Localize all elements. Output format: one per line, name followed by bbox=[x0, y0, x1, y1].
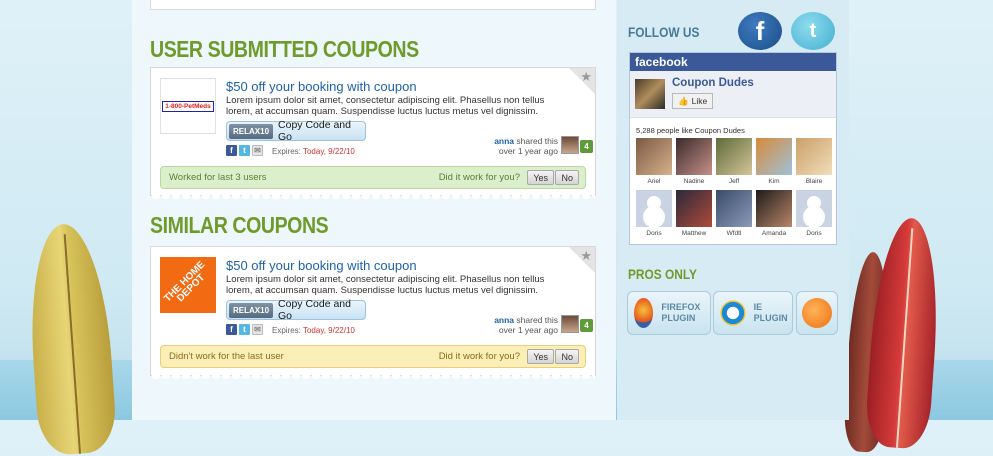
no-button[interactable]: No bbox=[555, 349, 579, 364]
coupon-description: Lorem ipsum dolor sit amet, consectetur … bbox=[226, 95, 545, 117]
yes-button[interactable]: Yes bbox=[527, 349, 554, 364]
yes-button[interactable]: Yes bbox=[527, 170, 554, 185]
copy-code-button[interactable]: RELAX10 Copy Code and Go bbox=[226, 119, 366, 143]
rss-icon bbox=[802, 298, 832, 328]
star-icon[interactable]: ★ bbox=[580, 69, 592, 85]
copy-code-label: Copy Code and Go bbox=[278, 119, 351, 143]
coupon-description: Lorem ipsum dolor sit amet, consectetur … bbox=[226, 274, 545, 296]
follow-us-heading: FOLLOW US bbox=[628, 24, 700, 40]
fan-face[interactable]: Wfdtl bbox=[714, 190, 754, 237]
copy-code-button[interactable]: RELAX10 Copy Code and Go bbox=[226, 298, 366, 322]
shared-user[interactable]: anna bbox=[494, 136, 514, 146]
shared-user[interactable]: anna bbox=[494, 315, 514, 325]
expires-info: Expires: Today, 9/22/10 bbox=[272, 326, 355, 335]
fan-faces: Ariel Nadine Jeff Kim Blaire Doris Matth… bbox=[634, 138, 834, 237]
facebook-like-box: facebook Coupon Dudes 👍 Like 5,288 peopl… bbox=[629, 52, 837, 245]
fan-face[interactable]: Doris bbox=[634, 190, 674, 237]
ie-plugin-label: IE PLUGIN bbox=[753, 302, 788, 323]
facebook-share-icon[interactable]: f bbox=[226, 324, 237, 335]
expires-date: Today, 9/22/10 bbox=[302, 326, 355, 335]
share-count-badge: 4 bbox=[580, 319, 593, 332]
fan-face[interactable]: Kim bbox=[754, 138, 794, 185]
status-bar: Worked for last 3 users Did it work for … bbox=[160, 166, 586, 189]
home-depot-logo: THE HOME DEPOT bbox=[160, 257, 216, 313]
share-icons: f t ✉ bbox=[226, 324, 263, 335]
zigzag-edge bbox=[151, 195, 595, 200]
status-bar: Didn't work for the last user Did it wor… bbox=[160, 345, 586, 368]
likes-count: 5,288 people like Coupon Dudes bbox=[636, 126, 745, 135]
avatar[interactable] bbox=[561, 136, 579, 154]
surfboard-left bbox=[24, 221, 118, 456]
previous-card-edge bbox=[150, 0, 596, 10]
coupon-code: RELAX10 bbox=[229, 123, 274, 139]
thumbs-up-icon: 👍 bbox=[678, 95, 689, 106]
work-question: Did it work for you? bbox=[438, 351, 520, 362]
page-name[interactable]: Coupon Dudes bbox=[672, 77, 754, 89]
ie-icon bbox=[720, 298, 746, 328]
coupon-card: ★ 1-800-PetMeds $50 off your booking wit… bbox=[150, 67, 596, 200]
expires-date: Today, 9/22/10 bbox=[302, 147, 355, 156]
facebook-share-icon[interactable]: f bbox=[226, 145, 237, 156]
rss-button[interactable] bbox=[796, 291, 838, 335]
similar-coupons-title: SIMILAR COUPONS bbox=[150, 212, 329, 238]
petmeds-logo: 1-800-PetMeds bbox=[162, 100, 214, 112]
store-logo[interactable]: THE HOME DEPOT bbox=[160, 257, 216, 313]
avatar[interactable] bbox=[561, 315, 579, 333]
email-share-icon[interactable]: ✉ bbox=[252, 145, 263, 156]
status-text: Didn't work for the last user bbox=[169, 351, 284, 362]
zigzag-edge bbox=[151, 375, 595, 380]
fan-face[interactable]: Nadine bbox=[674, 138, 714, 185]
coupon-title[interactable]: $50 off your booking with coupon bbox=[226, 258, 417, 273]
no-button[interactable]: No bbox=[555, 170, 579, 185]
fan-face[interactable]: Ariel bbox=[634, 138, 674, 185]
fan-face[interactable]: Blaire bbox=[794, 138, 834, 185]
twitter-share-icon[interactable]: t bbox=[239, 145, 250, 156]
email-share-icon[interactable]: ✉ bbox=[252, 324, 263, 335]
fan-face[interactable]: Matthew bbox=[674, 190, 714, 237]
store-logo[interactable]: 1-800-PetMeds bbox=[160, 78, 216, 134]
user-submitted-title: USER SUBMITTED COUPONS bbox=[150, 36, 419, 62]
star-icon[interactable]: ★ bbox=[580, 248, 592, 264]
ie-plugin-button[interactable]: IE PLUGIN bbox=[713, 291, 793, 335]
sidebar: FOLLOW US f t facebook Coupon Dudes 👍 Li… bbox=[617, 0, 849, 420]
coupon-card: ★ THE HOME DEPOT $50 off your booking wi… bbox=[150, 246, 596, 380]
fan-face[interactable]: Jeff bbox=[714, 138, 754, 185]
share-icons: f t ✉ bbox=[226, 145, 263, 156]
work-question: Did it work for you? bbox=[438, 172, 520, 183]
coupon-title[interactable]: $50 off your booking with coupon bbox=[226, 79, 417, 94]
pros-only-heading: PROS ONLY bbox=[628, 266, 697, 282]
expires-info: Expires: Today, 9/22/10 bbox=[272, 147, 355, 156]
coupon-code: RELAX10 bbox=[229, 302, 274, 318]
fan-face[interactable]: Amanda bbox=[754, 190, 794, 237]
fan-face[interactable]: Doris bbox=[794, 190, 834, 237]
twitter-icon[interactable]: t bbox=[791, 12, 835, 50]
facebook-header: facebook bbox=[630, 53, 836, 71]
shared-by: anna shared this over 1 year ago bbox=[494, 315, 558, 335]
firefox-icon bbox=[634, 298, 654, 328]
page-avatar[interactable] bbox=[635, 79, 665, 109]
share-count-badge: 4 bbox=[580, 140, 593, 153]
shared-by: anna shared this over 1 year ago bbox=[494, 136, 558, 156]
main-content: USER SUBMITTED COUPONS ★ 1-800-PetMeds $… bbox=[132, 0, 616, 420]
twitter-share-icon[interactable]: t bbox=[239, 324, 250, 335]
status-text: Worked for last 3 users bbox=[169, 172, 267, 183]
copy-code-label: Copy Code and Go bbox=[278, 298, 351, 322]
facebook-page-info: Coupon Dudes 👍 Like bbox=[630, 71, 836, 118]
facebook-icon[interactable]: f bbox=[738, 12, 782, 50]
firefox-plugin-label: FIREFOX PLUGIN bbox=[661, 302, 701, 323]
like-button[interactable]: 👍 Like bbox=[672, 93, 714, 109]
firefox-plugin-button[interactable]: FIREFOX PLUGIN bbox=[627, 291, 711, 335]
